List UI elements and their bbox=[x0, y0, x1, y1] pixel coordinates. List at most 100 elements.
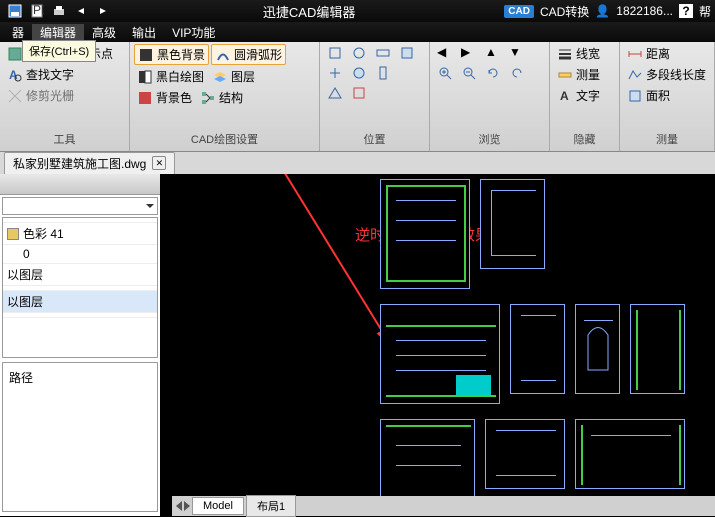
undo-icon[interactable] bbox=[72, 2, 90, 20]
list-item[interactable]: 0 bbox=[3, 245, 157, 264]
smooth-arc-button[interactable]: 圆滑弧形 bbox=[211, 44, 286, 65]
svg-text:PDF: PDF bbox=[33, 4, 44, 17]
pos-icon9 bbox=[351, 85, 367, 101]
side-dropdown[interactable] bbox=[2, 197, 158, 216]
bg-color-button[interactable]: 背景色 bbox=[134, 88, 195, 107]
polyline-icon bbox=[627, 67, 643, 83]
menu-bar: 器 编辑器 高级 输出 VIP功能 bbox=[0, 22, 715, 42]
pos-btn2[interactable] bbox=[348, 44, 370, 62]
cad-convert-link[interactable]: CAD转换 bbox=[540, 3, 589, 20]
group-hide-label: 隐藏 bbox=[554, 129, 615, 149]
chevron-down-icon bbox=[146, 204, 154, 208]
layer-icon bbox=[212, 69, 228, 85]
area-button[interactable]: 面积 bbox=[624, 86, 710, 105]
print-icon[interactable] bbox=[50, 2, 68, 20]
bw-draw-button[interactable]: 黑白绘图 bbox=[134, 67, 207, 86]
struct-button[interactable]: 结构 bbox=[197, 88, 246, 107]
list-item[interactable]: 以图层 bbox=[3, 291, 157, 313]
tab-next-icon[interactable] bbox=[184, 501, 190, 511]
help-icon[interactable]: ? bbox=[679, 4, 693, 18]
ribbon: 件格式 示点 A查找文字 修剪光栅 工具 黑色背景 圆滑弧形 黑白绘图 图层 背… bbox=[0, 42, 715, 152]
path-panel: 路径 bbox=[2, 362, 158, 512]
pos-btn3[interactable] bbox=[372, 44, 394, 62]
menu-item-output[interactable]: 输出 bbox=[124, 24, 164, 41]
group-measure-label: 测量 bbox=[624, 129, 710, 149]
ruler-icon bbox=[557, 67, 573, 83]
pos-btn6[interactable] bbox=[348, 64, 370, 82]
group-tools-label: 工具 bbox=[4, 129, 125, 149]
pos-btn1[interactable] bbox=[324, 44, 346, 62]
zoom-out-icon bbox=[461, 65, 477, 81]
arrow-right-icon: ▶ bbox=[461, 45, 477, 61]
distance-icon bbox=[627, 46, 643, 62]
list-item[interactable]: 以图层 bbox=[3, 264, 157, 286]
tab-model[interactable]: Model bbox=[192, 497, 244, 515]
zoom-in-button[interactable] bbox=[434, 64, 456, 82]
format-icon bbox=[7, 46, 23, 62]
close-icon[interactable]: ✕ bbox=[152, 156, 166, 170]
pos-icon2 bbox=[351, 45, 367, 61]
list-item[interactable] bbox=[3, 313, 157, 318]
pos-icon6 bbox=[351, 65, 367, 81]
layer-button[interactable]: 图层 bbox=[209, 67, 258, 86]
find-icon: A bbox=[7, 67, 23, 83]
polyline-length-button[interactable]: 多段线长度 bbox=[624, 65, 710, 84]
pos-icon5 bbox=[327, 65, 343, 81]
save-tooltip: 保存(Ctrl+S) bbox=[22, 40, 96, 62]
nav-left-button[interactable]: ◀ bbox=[434, 44, 456, 62]
redo-icon[interactable] bbox=[94, 2, 112, 20]
distance-button[interactable]: 距离 bbox=[624, 44, 710, 63]
menu-item-vip[interactable]: VIP功能 bbox=[164, 24, 223, 41]
side-panel: 色彩 41 0 以图层 以图层 路径 bbox=[0, 174, 160, 516]
file-tab[interactable]: 私家别墅建筑施工图.dwg ✕ bbox=[4, 152, 175, 175]
nav-down-button[interactable]: ▼ bbox=[506, 44, 528, 62]
text-hide-button[interactable]: A文字 bbox=[554, 86, 615, 105]
rotate-button[interactable] bbox=[482, 64, 504, 82]
linewidth-button[interactable]: 线宽 bbox=[554, 44, 615, 63]
menu-item-advanced[interactable]: 高级 bbox=[84, 24, 124, 41]
pos-btn4[interactable] bbox=[396, 44, 418, 62]
tab-prev-icon[interactable] bbox=[176, 501, 182, 511]
svg-text:A: A bbox=[560, 89, 569, 103]
file-tab-bar: 私家别墅建筑施工图.dwg ✕ bbox=[0, 152, 715, 174]
pos-icon3 bbox=[375, 45, 391, 61]
app-title: 迅捷CAD编辑器 bbox=[114, 2, 504, 21]
tab-layout1[interactable]: 布局1 bbox=[246, 495, 296, 517]
bottom-tab-bar: Model 布局1 bbox=[172, 496, 715, 516]
color-swatch bbox=[7, 228, 19, 240]
title-bar: PDF 迅捷CAD编辑器 CAD CAD转换 👤 1822186... ? 帮 bbox=[0, 0, 715, 22]
text-icon: A bbox=[557, 88, 573, 104]
pos-btn8[interactable] bbox=[324, 84, 346, 102]
pos-btn7[interactable] bbox=[372, 64, 394, 82]
trim-button[interactable]: 修剪光栅 bbox=[4, 86, 125, 105]
arrow-up-icon: ▲ bbox=[485, 45, 501, 61]
measure-hide-button[interactable]: 测量 bbox=[554, 65, 615, 84]
linewidth-icon bbox=[557, 46, 573, 62]
layer-list: 色彩 41 0 以图层 以图层 bbox=[2, 217, 158, 357]
zoom-out-button[interactable] bbox=[458, 64, 480, 82]
nav-up-button[interactable]: ▲ bbox=[482, 44, 504, 62]
nav-right-button[interactable]: ▶ bbox=[458, 44, 480, 62]
menu-item-editor1[interactable]: 器 bbox=[4, 24, 32, 41]
rotate2-button[interactable] bbox=[506, 64, 528, 82]
pdf-icon[interactable]: PDF bbox=[28, 2, 46, 20]
drawing-canvas[interactable]: 逆时针旋转后的效果 bbox=[160, 174, 715, 516]
group-draw-label: CAD绘图设置 bbox=[134, 129, 315, 149]
menu-item-editor2[interactable]: 编辑器 bbox=[32, 24, 84, 41]
list-item[interactable]: 色彩 41 bbox=[3, 223, 157, 245]
path-label: 路径 bbox=[9, 371, 33, 385]
black-bg-button[interactable]: 黑色背景 bbox=[134, 44, 209, 65]
pos-btn5[interactable] bbox=[324, 64, 346, 82]
group-position-label: 位置 bbox=[324, 129, 425, 149]
save-icon[interactable] bbox=[6, 2, 24, 20]
pos-btn9[interactable] bbox=[348, 84, 370, 102]
pos-icon1 bbox=[327, 45, 343, 61]
pos-icon4 bbox=[399, 45, 415, 61]
bgcolor-icon bbox=[137, 90, 153, 106]
rotate-icon bbox=[485, 65, 501, 81]
bw-icon bbox=[137, 69, 153, 85]
user-label[interactable]: 1822186... bbox=[616, 4, 673, 18]
find-text-button[interactable]: A查找文字 bbox=[4, 65, 125, 84]
struct-icon bbox=[200, 90, 216, 106]
user-icon[interactable]: 👤 bbox=[595, 4, 610, 18]
